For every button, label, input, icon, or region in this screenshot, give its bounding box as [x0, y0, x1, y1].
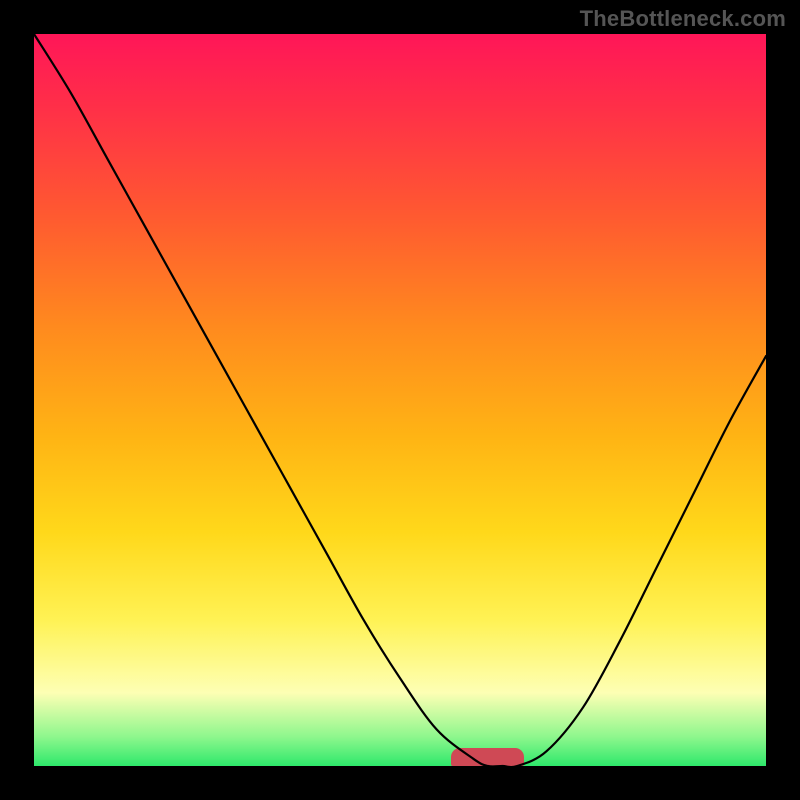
watermark-text: TheBottleneck.com — [580, 6, 786, 32]
bottleneck-curve — [34, 34, 766, 766]
plot-area — [34, 34, 766, 766]
chart-frame: TheBottleneck.com — [0, 0, 800, 800]
